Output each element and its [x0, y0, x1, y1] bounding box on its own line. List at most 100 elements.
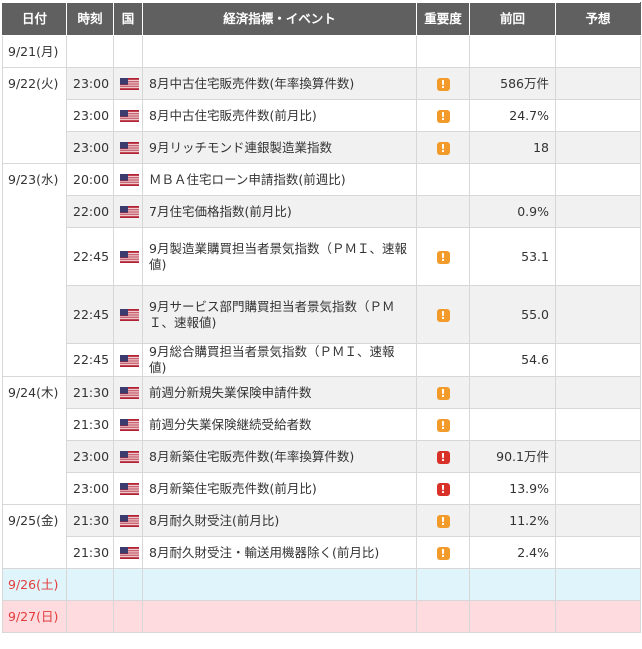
header-previous: 前回	[469, 2, 556, 36]
forecast-cell	[555, 35, 641, 68]
country-cell	[113, 343, 143, 377]
importance-medium-icon: !	[436, 250, 450, 264]
forecast-cell	[555, 600, 641, 633]
previous-cell: 54.6	[469, 343, 556, 377]
previous-cell: 55.0	[469, 285, 556, 344]
forecast-cell	[555, 195, 641, 228]
previous-cell: 53.1	[469, 227, 556, 286]
header-event: 経済指標・イベント	[142, 2, 417, 36]
event-cell: 8月中古住宅販売件数(年率換算件数)	[142, 67, 417, 100]
us-flag-icon	[120, 110, 139, 122]
importance-cell: !	[416, 376, 470, 409]
time-cell: 23:00	[66, 472, 114, 505]
country-cell	[113, 131, 143, 164]
date-cell: 9/27(日)	[2, 600, 67, 633]
importance-cell: !	[416, 440, 470, 473]
previous-cell: 586万件	[469, 67, 556, 100]
event-cell: 9月リッチモンド連銀製造業指数	[142, 131, 417, 164]
importance-medium-icon: !	[436, 141, 450, 155]
event-cell: 8月新築住宅販売件数(前月比)	[142, 472, 417, 505]
table-row: 22:45 9月製造業購買担当者景気指数（ＰＭＩ、速報値) ! 53.1	[3, 227, 641, 286]
us-flag-icon	[120, 547, 139, 559]
time-cell: 21:30	[66, 536, 114, 569]
event-cell: 8月耐久財受注(前月比)	[142, 504, 417, 537]
table-row: 23:00 8月中古住宅販売件数(前月比) ! 24.7%	[3, 99, 641, 132]
importance-cell	[416, 35, 470, 68]
table-row: 23:00 8月新築住宅販売件数(前月比) ! 13.9%	[3, 472, 641, 505]
us-flag-icon	[120, 174, 139, 186]
importance-high-icon: !	[436, 450, 450, 464]
table-row: 22:45 9月サービス部門購買担当者景気指数（ＰＭＩ、速報値) ! 55.0	[3, 285, 641, 344]
importance-cell: !	[416, 504, 470, 537]
date-cell: 9/22(火)	[2, 67, 67, 164]
importance-medium-icon: !	[436, 546, 450, 560]
forecast-cell	[555, 440, 641, 473]
event-cell: 前週分失業保険継続受給者数	[142, 408, 417, 441]
country-cell	[113, 600, 143, 633]
country-cell	[113, 67, 143, 100]
forecast-cell	[555, 376, 641, 409]
forecast-cell	[555, 568, 641, 601]
previous-cell	[469, 600, 556, 633]
table-row: 21:30 8月耐久財受注・輸送用機器除く(前月比) ! 2.4%	[3, 536, 641, 569]
importance-medium-icon: !	[436, 109, 450, 123]
table-row: 9/25(金) 21:30 8月耐久財受注(前月比) ! 11.2%	[2, 504, 641, 569]
importance-cell: !	[416, 67, 470, 100]
time-cell: 20:00	[66, 163, 114, 196]
previous-cell: 0.9%	[469, 195, 556, 228]
us-flag-icon	[120, 251, 139, 263]
us-flag-icon	[120, 142, 139, 154]
previous-cell	[469, 408, 556, 441]
time-cell	[66, 600, 114, 633]
forecast-cell	[555, 131, 641, 164]
time-cell: 23:00	[66, 131, 114, 164]
importance-cell: !	[416, 408, 470, 441]
time-cell: 21:30	[66, 408, 114, 441]
time-cell: 22:45	[66, 343, 114, 377]
country-cell	[113, 227, 143, 286]
us-flag-icon	[120, 206, 139, 218]
header-date: 日付	[2, 2, 67, 36]
previous-cell: 11.2%	[469, 504, 556, 537]
event-cell	[142, 568, 417, 601]
date-cell: 9/23(水)	[2, 163, 67, 377]
event-cell	[142, 600, 417, 633]
country-cell	[113, 99, 143, 132]
table-row: 9/22(火) 23:00 8月中古住宅販売件数(年率換算件数) ! 586万件	[2, 67, 641, 164]
country-cell	[113, 472, 143, 505]
forecast-cell	[555, 536, 641, 569]
forecast-cell	[555, 163, 641, 196]
us-flag-icon	[120, 309, 139, 321]
table-row: 9/27(日)	[2, 600, 641, 633]
country-cell	[113, 536, 143, 569]
event-cell: ＭＢＡ住宅ローン申請指数(前週比)	[142, 163, 417, 196]
previous-cell: 2.4%	[469, 536, 556, 569]
calendar-page: 日付 時刻 国 経済指標・イベント 重要度 前回 予想 9/21(月) 9/22…	[0, 0, 642, 649]
event-cell: 9月総合購買担当者景気指数（ＰＭＩ、速報値)	[142, 343, 417, 377]
previous-cell	[469, 35, 556, 68]
previous-cell: 90.1万件	[469, 440, 556, 473]
us-flag-icon	[120, 354, 139, 367]
us-flag-icon	[120, 451, 139, 463]
importance-medium-icon: !	[436, 77, 450, 91]
table-header-row: 日付 時刻 国 経済指標・イベント 重要度 前回 予想	[2, 2, 641, 36]
country-cell	[113, 35, 143, 68]
us-flag-icon	[120, 78, 139, 90]
time-cell	[66, 35, 114, 68]
forecast-cell	[555, 285, 641, 344]
economic-calendar-table: 日付 時刻 国 経済指標・イベント 重要度 前回 予想 9/21(月) 9/22…	[2, 2, 641, 633]
event-cell: 8月中古住宅販売件数(前月比)	[142, 99, 417, 132]
country-cell	[113, 163, 143, 196]
event-cell: 7月住宅価格指数(前月比)	[142, 195, 417, 228]
importance-cell	[416, 600, 470, 633]
country-cell	[113, 285, 143, 344]
forecast-cell	[555, 343, 641, 377]
time-cell: 22:45	[66, 285, 114, 344]
country-cell	[113, 195, 143, 228]
country-cell	[113, 504, 143, 537]
time-cell: 21:30	[66, 504, 114, 537]
table-row: 22:00 7月住宅価格指数(前月比) 0.9%	[3, 195, 641, 228]
date-cell: 9/26(土)	[2, 568, 67, 601]
importance-medium-icon: !	[436, 514, 450, 528]
header-country: 国	[113, 2, 143, 36]
